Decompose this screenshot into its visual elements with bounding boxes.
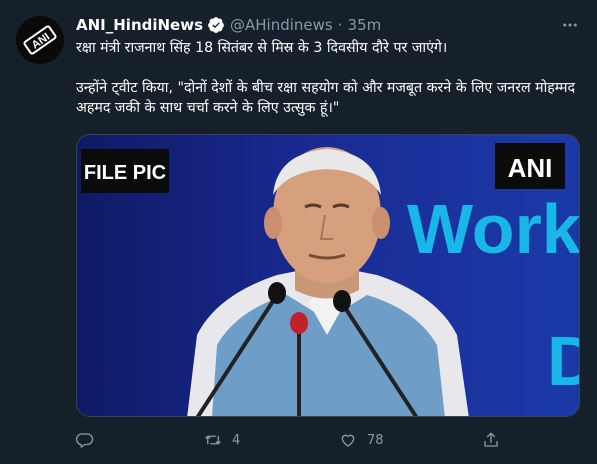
heart-icon: [341, 434, 355, 447]
tweet-text-line-1: रक्षा मंत्री राजनाथ सिंह 18 सितंबर से मि…: [76, 40, 448, 56]
avatar[interactable]: ANI: [16, 16, 64, 64]
like-count: 78: [367, 432, 384, 448]
file-pic-label: FILE PIC: [84, 162, 166, 184]
share-icon: [484, 432, 498, 447]
verified-badge-icon: [208, 17, 224, 33]
media-image[interactable]: Work D FILE PIC: [76, 134, 580, 417]
reply-icon: [76, 433, 94, 448]
tweet[interactable]: ANI ANI_HindiNews @AHindinews · 35m रक्ष…: [0, 0, 597, 464]
more-icon: [563, 23, 577, 27]
backdrop-text-1: Work: [407, 190, 580, 268]
more-options-button[interactable]: [559, 14, 581, 36]
ani-watermark: ANI: [508, 153, 553, 183]
author-name[interactable]: ANI_HindiNews: [76, 16, 203, 34]
timestamp[interactable]: 35m: [348, 16, 382, 34]
speaker-photo: Work D FILE PIC: [77, 135, 580, 416]
ani-logo-icon: ANI: [16, 16, 64, 64]
retweet-icon: [205, 435, 221, 445]
reply-button[interactable]: [76, 431, 94, 449]
retweet-button[interactable]: 4: [204, 431, 240, 449]
share-button[interactable]: [482, 431, 500, 449]
author-handle[interactable]: @AHindinews: [230, 16, 333, 34]
separator-dot: ·: [337, 16, 343, 34]
like-button[interactable]: 78: [339, 431, 384, 449]
tweet-text: रक्षा मंत्री राजनाथ सिंह 18 सितंबर से मि…: [76, 38, 586, 118]
backdrop-text-2: D: [547, 322, 580, 400]
retweet-count: 4: [232, 432, 241, 448]
tweet-text-line-2: उन्होंने ट्वीट किया, "दोनों देशों के बीच…: [76, 80, 576, 116]
action-bar: 4 78: [76, 428, 506, 452]
tweet-header: ANI_HindiNews @AHindinews · 35m: [76, 14, 583, 36]
